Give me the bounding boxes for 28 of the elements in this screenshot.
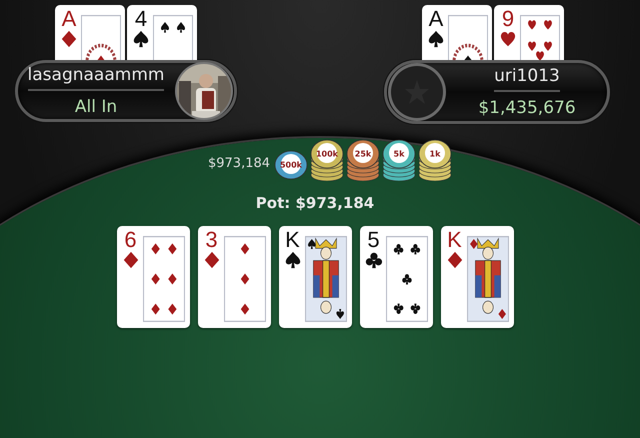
player-status: All In	[74, 97, 118, 117]
diamond-icon	[60, 30, 78, 48]
card-rank: 5	[367, 229, 380, 251]
club-icon	[364, 251, 382, 269]
card-rank: K	[285, 229, 300, 251]
diamond-icon	[122, 251, 140, 269]
diamond-icon	[446, 251, 464, 269]
card-rank: 6	[124, 229, 137, 251]
card-rank: K	[447, 229, 462, 251]
player-status: $1,435,676	[478, 98, 576, 118]
card-rank: A	[428, 8, 444, 30]
spade-icon	[132, 30, 150, 48]
spade-icon	[284, 251, 302, 269]
spade-icon	[427, 30, 445, 48]
diamond-icon	[202, 251, 220, 269]
card-rank: 9	[502, 8, 514, 30]
avatar-icon	[387, 62, 447, 122]
card-rank: A	[62, 8, 76, 30]
chip-value: 25k	[354, 150, 372, 158]
chip-value: 5k	[394, 150, 404, 158]
card-rank: 3	[205, 229, 218, 251]
chip-value: 1k	[430, 150, 440, 158]
pot-amount: Pot: $973,184	[254, 194, 376, 212]
heart-icon	[499, 30, 517, 48]
card-rank: 4	[134, 8, 148, 30]
player-name: uri1013	[494, 66, 560, 92]
bet-amount: $973,184	[208, 156, 270, 170]
player-name: lasagnaaammm	[28, 65, 164, 91]
